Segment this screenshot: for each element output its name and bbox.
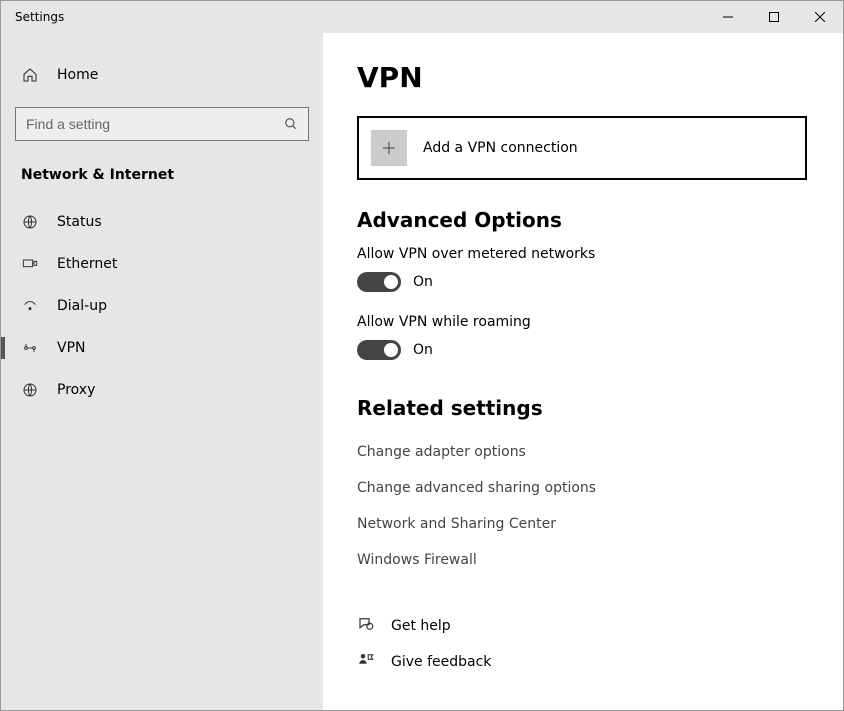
advanced-options-heading: Advanced Options <box>357 208 809 232</box>
sidebar-item-ethernet[interactable]: Ethernet <box>1 243 323 285</box>
page-title: VPN <box>357 61 809 94</box>
sidebar-item-proxy[interactable]: Proxy <box>1 369 323 411</box>
titlebar: Settings <box>1 1 843 33</box>
vpn-icon <box>21 340 39 356</box>
toggle-metered[interactable] <box>357 272 401 292</box>
add-vpn-button[interactable]: Add a VPN connection <box>357 116 807 180</box>
sidebar-item-label: Proxy <box>57 382 95 398</box>
add-vpn-label: Add a VPN connection <box>423 140 578 156</box>
sidebar-item-label: Dial-up <box>57 298 107 314</box>
give-feedback-link[interactable]: Give feedback <box>357 644 809 680</box>
window-title: Settings <box>1 10 705 24</box>
get-help-label: Get help <box>391 618 451 634</box>
link-sharing-options[interactable]: Change advanced sharing options <box>357 470 809 506</box>
home-nav[interactable]: Home <box>1 57 323 93</box>
maximize-button[interactable] <box>751 1 797 33</box>
sidebar-item-status[interactable]: Status <box>1 201 323 243</box>
toggle-roaming-state: On <box>413 342 433 358</box>
sidebar-item-dialup[interactable]: Dial-up <box>1 285 323 327</box>
feedback-icon <box>357 651 375 673</box>
get-help-link[interactable]: Get help <box>357 608 809 644</box>
sidebar-item-label: Status <box>57 214 102 230</box>
status-icon <box>21 214 39 230</box>
toggle-metered-state: On <box>413 274 433 290</box>
link-network-center[interactable]: Network and Sharing Center <box>357 506 809 542</box>
ethernet-icon <box>21 256 39 272</box>
dialup-icon <box>21 298 39 314</box>
close-icon <box>815 12 825 22</box>
home-label: Home <box>57 67 98 83</box>
help-icon <box>357 615 375 637</box>
home-icon <box>21 67 39 83</box>
search-box[interactable] <box>15 107 309 141</box>
sidebar-item-label: VPN <box>57 340 86 356</box>
search-input[interactable] <box>16 116 274 132</box>
toggle-roaming[interactable] <box>357 340 401 360</box>
sidebar-section-header: Network & Internet <box>1 141 323 201</box>
sidebar-item-label: Ethernet <box>57 256 117 272</box>
link-firewall[interactable]: Windows Firewall <box>357 542 809 578</box>
close-button[interactable] <box>797 1 843 33</box>
toggle-metered-label: Allow VPN over metered networks <box>357 246 809 262</box>
content-pane: VPN Add a VPN connection Advanced Option… <box>323 33 843 710</box>
plus-icon <box>371 130 407 166</box>
window-controls <box>705 1 843 33</box>
link-adapter-options[interactable]: Change adapter options <box>357 434 809 470</box>
give-feedback-label: Give feedback <box>391 654 491 670</box>
maximize-icon <box>769 12 779 22</box>
sidebar-item-vpn[interactable]: VPN <box>1 327 323 369</box>
search-icon <box>274 117 308 131</box>
toggle-roaming-label: Allow VPN while roaming <box>357 314 809 330</box>
minimize-button[interactable] <box>705 1 751 33</box>
related-settings-heading: Related settings <box>357 396 809 420</box>
proxy-icon <box>21 382 39 398</box>
sidebar: Home Network & Internet Status <box>1 33 323 710</box>
minimize-icon <box>723 12 733 22</box>
